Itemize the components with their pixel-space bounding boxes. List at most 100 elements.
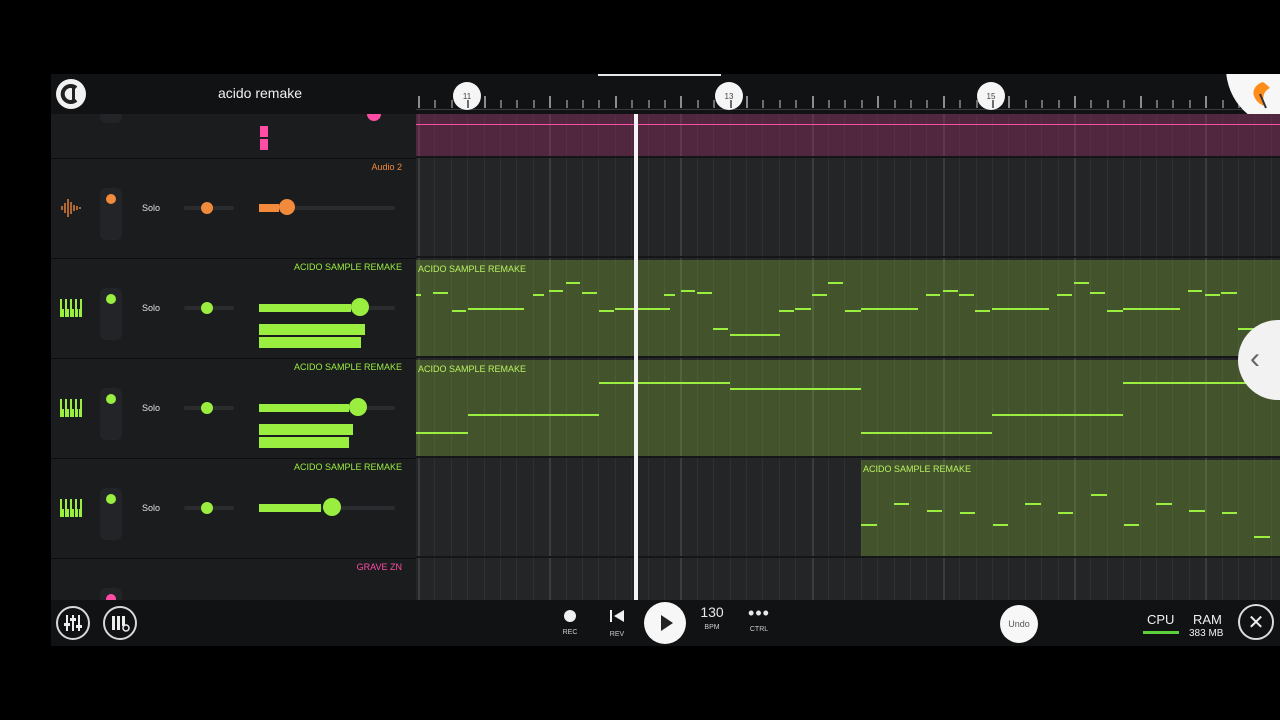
meter-bar xyxy=(260,139,268,150)
mute-button[interactable] xyxy=(100,388,122,440)
ruler-tick xyxy=(696,100,699,108)
ruler-tick xyxy=(1041,100,1044,108)
pan-knob[interactable] xyxy=(201,502,213,514)
solo-button[interactable]: Solo xyxy=(142,303,160,313)
pan-knob[interactable] xyxy=(201,302,213,314)
midi-note xyxy=(975,310,990,312)
ruler-tick xyxy=(549,96,552,108)
transport-bar: REC REV 130 BPM ••• CTRL Undo CPU RAM 38… xyxy=(51,600,1280,646)
track-row-audio-2: Audio 2 Solo xyxy=(51,158,416,259)
midi-note xyxy=(1058,512,1073,514)
pan-knob[interactable] xyxy=(201,202,213,214)
ruler-tick xyxy=(746,96,748,108)
ruler-tick xyxy=(926,100,929,108)
timeline-ruler[interactable]: 11 13 15 xyxy=(416,74,1280,114)
mute-button[interactable] xyxy=(100,588,122,600)
track-panel: Audio 2 Solo ACIDO SAMPLE REMAKE Solo AC… xyxy=(51,114,416,600)
rewind-button[interactable]: REV xyxy=(597,606,637,638)
bpm-value: 130 xyxy=(700,604,724,620)
track-name[interactable]: GRAVE ZN xyxy=(357,562,402,572)
midi-note xyxy=(1188,290,1202,292)
track-name[interactable]: ACIDO SAMPLE REMAKE xyxy=(294,462,402,472)
ruler-tick xyxy=(975,100,978,108)
midi-note xyxy=(452,310,466,312)
track-name[interactable]: Audio 2 xyxy=(371,162,402,172)
solo-button[interactable]: Solo xyxy=(142,403,160,413)
mixer-icon[interactable] xyxy=(56,606,90,640)
mute-indicator xyxy=(106,294,116,304)
midi-note xyxy=(992,414,1123,416)
ruler-tick xyxy=(450,100,453,108)
midi-note xyxy=(943,290,958,292)
ruler-tick xyxy=(844,100,847,108)
solo-button[interactable]: Solo xyxy=(142,503,160,513)
undo-button[interactable]: Undo xyxy=(1000,605,1038,643)
midi-note xyxy=(861,308,918,310)
play-button[interactable] xyxy=(644,602,686,644)
ctrl-label: CTRL xyxy=(749,626,769,633)
playhead[interactable] xyxy=(634,114,638,600)
ruler-tick xyxy=(582,100,584,108)
close-icon[interactable]: ✕ xyxy=(1238,604,1274,640)
ruler-tick xyxy=(1024,100,1027,108)
mute-slot[interactable] xyxy=(100,114,122,123)
pattern-clip-pink[interactable] xyxy=(416,114,1280,156)
volume-knob[interactable] xyxy=(367,114,381,121)
tempo-display[interactable]: 130 BPM xyxy=(692,604,732,631)
ruler-tick xyxy=(516,100,519,108)
ruler-tick xyxy=(860,100,863,108)
volume-knob[interactable] xyxy=(351,298,369,316)
midi-note xyxy=(1124,524,1139,526)
midi-note xyxy=(416,294,421,296)
pattern-clip[interactable]: ACIDO SAMPLE REMAKE xyxy=(416,360,1280,456)
volume-knob[interactable] xyxy=(279,199,295,215)
ruler-tick xyxy=(778,100,781,108)
ruler-tick xyxy=(1221,100,1224,108)
record-button[interactable]: REC xyxy=(550,606,590,636)
meter-bar xyxy=(260,126,268,137)
piano-icon xyxy=(59,498,83,518)
midi-note xyxy=(1221,292,1237,294)
midi-note xyxy=(828,282,843,284)
ruler-tick xyxy=(1106,100,1109,108)
ruler-tick xyxy=(598,100,601,108)
project-title[interactable]: acido remake xyxy=(218,85,302,101)
logo-icon[interactable] xyxy=(56,79,86,109)
volume-knob[interactable] xyxy=(349,398,367,416)
ruler-tick xyxy=(418,96,420,108)
mute-button[interactable] xyxy=(100,488,122,540)
solo-button[interactable]: Solo xyxy=(142,203,160,213)
mute-button[interactable] xyxy=(100,288,122,340)
mute-button[interactable] xyxy=(100,188,122,240)
track-name[interactable]: ACIDO SAMPLE REMAKE xyxy=(294,262,402,272)
meter-bar xyxy=(259,437,349,448)
ruler-tick xyxy=(614,96,617,108)
midi-note xyxy=(1057,294,1072,296)
volume-knob[interactable] xyxy=(323,498,341,516)
midi-note xyxy=(468,308,524,310)
midi-note xyxy=(615,308,670,310)
ruler-tick xyxy=(942,96,945,108)
volume-fill xyxy=(259,204,279,212)
bar-marker-15[interactable]: 15 xyxy=(977,82,1005,110)
ruler-tick xyxy=(910,100,912,108)
pan-knob[interactable] xyxy=(201,402,213,414)
ctrl-button[interactable]: ••• CTRL xyxy=(739,604,779,633)
midi-note xyxy=(1123,308,1180,310)
pattern-clip[interactable]: ACIDO SAMPLE REMAKE xyxy=(861,460,1280,556)
clip-label: ACIDO SAMPLE REMAKE xyxy=(418,264,527,274)
ruler-tick xyxy=(893,100,896,108)
ruler-tick xyxy=(877,96,880,108)
track-name[interactable]: ACIDO SAMPLE REMAKE xyxy=(294,362,402,372)
ruler-tick xyxy=(1123,100,1126,108)
row-separator xyxy=(416,556,1280,558)
ruler-tick xyxy=(565,100,568,108)
arrangement-area[interactable]: ACIDO SAMPLE REMAKE ACIDO SAMPLE REMAKE … xyxy=(416,114,1280,600)
midi-note xyxy=(992,308,1049,310)
midi-note xyxy=(730,334,780,336)
ruler-tick xyxy=(795,100,798,108)
ruler-tick xyxy=(483,96,486,108)
row-separator xyxy=(416,256,1280,258)
piano-roll-settings-icon[interactable] xyxy=(103,606,137,640)
ruler-tick xyxy=(500,100,502,108)
